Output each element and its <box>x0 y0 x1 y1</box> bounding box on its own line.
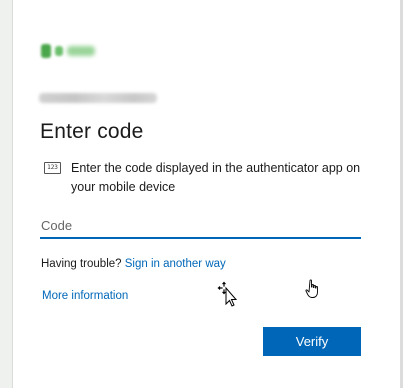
logo-mark-2 <box>55 46 63 56</box>
move-cursor-icon <box>216 280 238 307</box>
hand-cursor-icon <box>305 279 318 298</box>
trouble-text: Having trouble? <box>41 258 122 270</box>
sign-in-card: Enter code 123 Enter the code displayed … <box>13 0 399 388</box>
instruction: 123 Enter the code displayed in the auth… <box>44 159 364 197</box>
page-title: Enter code <box>40 120 144 143</box>
sign-in-another-way-link[interactable]: Sign in another way <box>125 258 226 270</box>
keypad-icon: 123 <box>44 162 61 174</box>
more-information-link[interactable]: More information <box>42 290 128 302</box>
code-input[interactable] <box>40 213 361 239</box>
account-email-redacted <box>39 93 157 103</box>
logo-wordmark <box>67 46 95 56</box>
logo-mark <box>41 44 51 58</box>
window-edge <box>0 0 13 388</box>
org-logo <box>41 42 103 60</box>
verify-button[interactable]: Verify <box>263 327 361 356</box>
trouble-row: Having trouble? Sign in another way <box>41 258 226 270</box>
instruction-text: Enter the code displayed in the authenti… <box>71 161 361 194</box>
